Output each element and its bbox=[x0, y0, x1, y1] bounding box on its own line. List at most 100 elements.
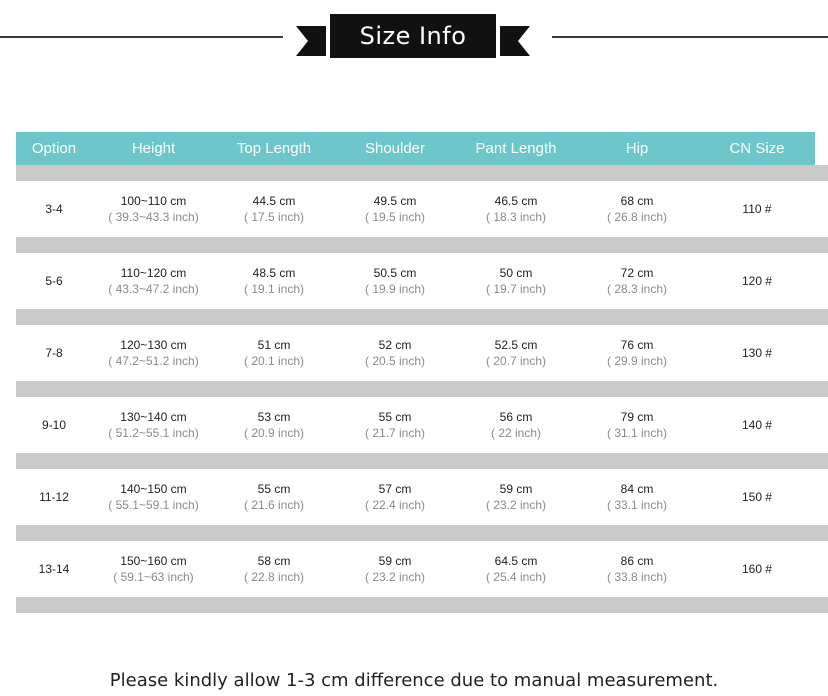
option-cell: 5-6 bbox=[45, 274, 63, 288]
row-separator-band bbox=[16, 381, 828, 397]
top-length-cm: 55 cm bbox=[257, 482, 291, 496]
top-length-cell: 53 cm ( 20.9 inch) bbox=[215, 397, 333, 453]
pant-length-cm: 59 cm bbox=[499, 482, 533, 496]
pant-length-cell: 46.5 cm ( 18.3 inch) bbox=[457, 181, 575, 237]
cn-size-cell: 160 # bbox=[741, 562, 773, 576]
top-length-cm: 51 cm bbox=[257, 338, 291, 352]
shoulder-inch: ( 19.5 inch) bbox=[364, 210, 426, 224]
page-title: Size Info bbox=[359, 22, 467, 50]
cn-size-cell: 130 # bbox=[741, 346, 773, 360]
top-length-cell: 48.5 cm ( 19.1 inch) bbox=[215, 253, 333, 309]
shoulder-cell: 57 cm ( 22.4 inch) bbox=[333, 469, 457, 525]
top-length-cm: 48.5 cm bbox=[252, 266, 296, 280]
hip-inch: ( 31.1 inch) bbox=[606, 426, 668, 440]
top-length-cm: 53 cm bbox=[257, 410, 291, 424]
height-cell: 120~130 cm ( 47.2~51.2 inch) bbox=[92, 325, 215, 381]
height-cell: 100~110 cm ( 39.3~43.3 inch) bbox=[92, 181, 215, 237]
hip-cm: 68 cm bbox=[620, 194, 654, 208]
shoulder-cm: 49.5 cm bbox=[373, 194, 417, 208]
shoulder-cell: 52 cm ( 20.5 inch) bbox=[333, 325, 457, 381]
hip-cm: 84 cm bbox=[620, 482, 654, 496]
pant-length-inch: ( 19.7 inch) bbox=[485, 282, 547, 296]
table-row: 11-12 140~150 cm ( 55.1~59.1 inch) 55 cm ( 2… bbox=[16, 469, 828, 525]
header-divider-left bbox=[0, 36, 283, 38]
pant-length-cell: 59 cm ( 23.2 inch) bbox=[457, 469, 575, 525]
shoulder-cm: 55 cm bbox=[378, 410, 412, 424]
hip-inch: ( 33.1 inch) bbox=[606, 498, 668, 512]
option-cell: 3-4 bbox=[45, 202, 63, 216]
row-separator-band bbox=[16, 597, 828, 613]
column-header-height: Height bbox=[131, 140, 176, 157]
row-filler bbox=[815, 181, 828, 237]
shoulder-cell: 49.5 cm ( 19.5 inch) bbox=[333, 181, 457, 237]
size-chart-table: Option Height Top Length Shoulder Pant L… bbox=[16, 132, 828, 613]
top-length-inch: ( 19.1 inch) bbox=[243, 282, 305, 296]
header-divider-right bbox=[552, 36, 828, 38]
height-cell: 150~160 cm ( 59.1~63 inch) bbox=[92, 541, 215, 597]
row-filler bbox=[815, 397, 828, 453]
option-cell: 13-14 bbox=[38, 562, 70, 576]
height-inch: ( 51.2~55.1 inch) bbox=[108, 426, 199, 440]
height-cm: 150~160 cm bbox=[120, 554, 187, 568]
pant-length-inch: ( 18.3 inch) bbox=[485, 210, 547, 224]
row-filler bbox=[815, 469, 828, 525]
table-row: 7-8 120~130 cm ( 47.2~51.2 inch) 51 cm ( 20.… bbox=[16, 325, 828, 381]
column-header-cn-size: CN Size bbox=[729, 140, 785, 157]
height-cm: 100~110 cm bbox=[120, 194, 187, 208]
top-length-cell: 55 cm ( 21.6 inch) bbox=[215, 469, 333, 525]
table-header-row: Option Height Top Length Shoulder Pant L… bbox=[16, 132, 828, 165]
pant-length-cm: 64.5 cm bbox=[494, 554, 538, 568]
column-header-shoulder: Shoulder bbox=[364, 140, 426, 157]
pant-length-cell: 56 cm ( 22 inch) bbox=[457, 397, 575, 453]
column-header-hip: Hip bbox=[625, 140, 649, 157]
hip-cm: 76 cm bbox=[620, 338, 654, 352]
table-row: 9-10 130~140 cm ( 51.2~55.1 inch) 53 cm ( 20… bbox=[16, 397, 828, 453]
table-row: 3-4 100~110 cm ( 39.3~43.3 inch) 44.5 cm ( 1… bbox=[16, 181, 828, 237]
row-filler bbox=[815, 541, 828, 597]
top-length-inch: ( 21.6 inch) bbox=[243, 498, 305, 512]
hip-cell: 68 cm ( 26.8 inch) bbox=[575, 181, 699, 237]
shoulder-cm: 57 cm bbox=[378, 482, 412, 496]
pant-length-cm: 46.5 cm bbox=[494, 194, 538, 208]
top-length-inch: ( 20.9 inch) bbox=[243, 426, 305, 440]
pant-length-inch: ( 22 inch) bbox=[490, 426, 542, 440]
shoulder-cm: 52 cm bbox=[378, 338, 412, 352]
shoulder-cell: 50.5 cm ( 19.9 inch) bbox=[333, 253, 457, 309]
table-body: 3-4 100~110 cm ( 39.3~43.3 inch) 44.5 cm ( 1… bbox=[16, 165, 828, 613]
height-inch: ( 43.3~47.2 inch) bbox=[108, 282, 199, 296]
row-separator-band bbox=[16, 525, 828, 541]
shoulder-cell: 59 cm ( 23.2 inch) bbox=[333, 541, 457, 597]
shoulder-inch: ( 20.5 inch) bbox=[364, 354, 426, 368]
column-header-pant-length: Pant Length bbox=[475, 140, 557, 157]
row-separator-band bbox=[16, 165, 828, 181]
height-cell: 140~150 cm ( 55.1~59.1 inch) bbox=[92, 469, 215, 525]
pant-length-cell: 50 cm ( 19.7 inch) bbox=[457, 253, 575, 309]
table-row: 13-14 150~160 cm ( 59.1~63 inch) 58 cm ( 22.… bbox=[16, 541, 828, 597]
top-length-inch: ( 17.5 inch) bbox=[243, 210, 305, 224]
cn-size-cell: 140 # bbox=[741, 418, 773, 432]
option-cell: 11-12 bbox=[39, 490, 69, 504]
row-separator-band bbox=[16, 453, 828, 469]
option-cell: 7-8 bbox=[45, 346, 63, 360]
header-filler bbox=[815, 132, 828, 165]
cn-size-cell: 110 # bbox=[742, 202, 772, 216]
title-banner: Size Info bbox=[296, 14, 530, 60]
top-length-inch: ( 22.8 inch) bbox=[243, 570, 305, 584]
pant-length-cell: 64.5 cm ( 25.4 inch) bbox=[457, 541, 575, 597]
pant-length-cm: 52.5 cm bbox=[494, 338, 538, 352]
hip-cm: 79 cm bbox=[620, 410, 654, 424]
top-length-cell: 44.5 cm ( 17.5 inch) bbox=[215, 181, 333, 237]
top-length-cell: 58 cm ( 22.8 inch) bbox=[215, 541, 333, 597]
height-cm: 120~130 cm bbox=[120, 338, 187, 352]
hip-cell: 72 cm ( 28.3 inch) bbox=[575, 253, 699, 309]
shoulder-cm: 50.5 cm bbox=[373, 266, 417, 280]
hip-inch: ( 28.3 inch) bbox=[606, 282, 668, 296]
height-inch: ( 47.2~51.2 inch) bbox=[108, 354, 199, 368]
shoulder-cm: 59 cm bbox=[378, 554, 412, 568]
top-length-inch: ( 20.1 inch) bbox=[243, 354, 305, 368]
hip-cell: 84 cm ( 33.1 inch) bbox=[575, 469, 699, 525]
shoulder-inch: ( 19.9 inch) bbox=[364, 282, 426, 296]
cn-size-cell: 120 # bbox=[741, 274, 773, 288]
option-cell: 9-10 bbox=[41, 418, 67, 432]
height-cell: 110~120 cm ( 43.3~47.2 inch) bbox=[92, 253, 215, 309]
